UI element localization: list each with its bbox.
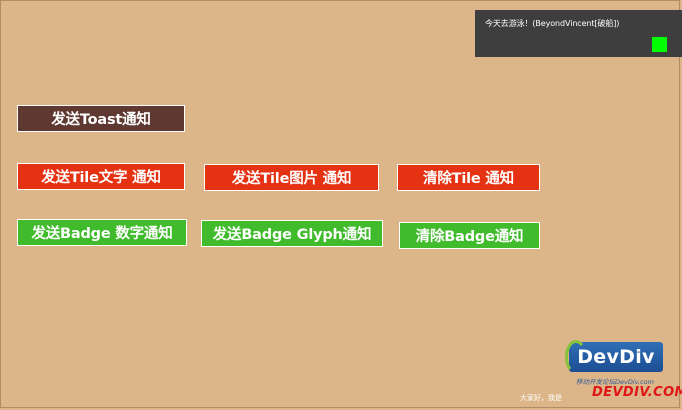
send-badge-number-button[interactable]: 发送Badge 数字通知: [17, 219, 187, 246]
bottom-caption: 大家好，我是: [520, 394, 562, 402]
watermark-domain: DEVDIV.COM: [592, 385, 682, 400]
toast-notification[interactable]: 今天去游泳！(BeyondVincent[破船]): [475, 10, 682, 57]
send-badge-glyph-button[interactable]: 发送Badge Glyph通知: [201, 220, 383, 247]
send-toast-button[interactable]: 发送Toast通知: [17, 105, 185, 132]
toast-app-logo: [652, 37, 667, 52]
devdiv-watermark: DevDiv 移动开发论坛DevDiv.com DEVDIV.COM: [565, 340, 682, 402]
clear-tile-button[interactable]: 清除Tile 通知: [397, 164, 540, 191]
send-tile-text-button[interactable]: 发送Tile文字 通知: [17, 163, 185, 190]
toast-message: 今天去游泳！(BeyondVincent[破船]): [485, 19, 620, 28]
logo-swoosh-icon: [565, 340, 587, 374]
clear-badge-button[interactable]: 清除Badge通知: [399, 222, 540, 249]
send-tile-image-button[interactable]: 发送Tile图片 通知: [204, 164, 379, 191]
